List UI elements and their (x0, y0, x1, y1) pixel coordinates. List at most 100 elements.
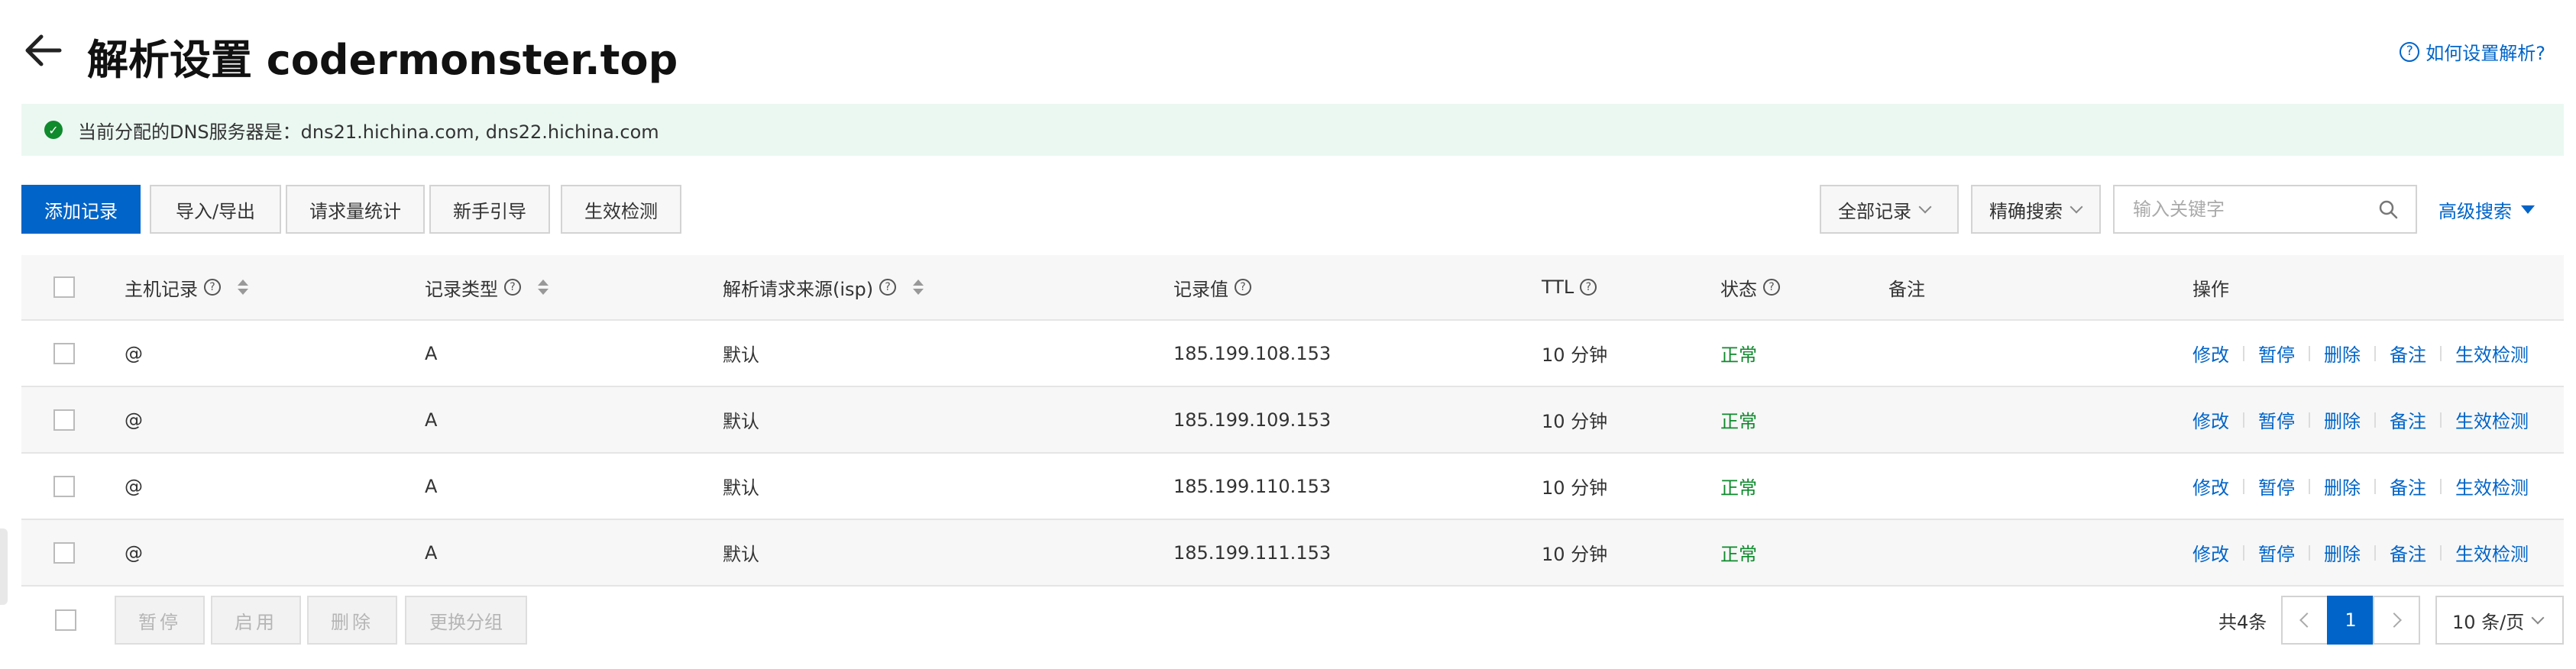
cell-status: 正常 (1720, 477, 1757, 499)
chevron-down-icon (2070, 200, 2083, 214)
sort-icon[interactable] (538, 280, 549, 295)
cell-ttl: 10 分钟 (1542, 344, 1608, 366)
action-divider (2374, 412, 2376, 428)
header-status-label: 状态 (1720, 278, 1757, 300)
header-value: 记录值 ? (1173, 255, 1251, 319)
row-checkbox[interactable] (53, 409, 75, 431)
sort-icon[interactable] (913, 280, 924, 295)
remark-action-link[interactable]: 备注 (2390, 473, 2426, 499)
effect-check-button[interactable]: 生效检测 (561, 185, 681, 234)
header-status: 状态 ? (1720, 255, 1780, 319)
header-value-label: 记录值 (1173, 278, 1228, 300)
row-checkbox[interactable] (53, 475, 75, 497)
effect-check-action-link[interactable]: 生效检测 (2455, 406, 2529, 433)
effect-check-action-link[interactable]: 生效检测 (2455, 340, 2529, 367)
request-stats-button[interactable]: 请求量统计 (286, 185, 425, 234)
action-divider (2440, 545, 2442, 561)
import-export-button[interactable]: 导入/导出 (150, 185, 281, 234)
beginner-guide-button[interactable]: 新手引导 (429, 185, 550, 234)
cell-host: @ (125, 541, 143, 564)
pause-action-link[interactable]: 暂停 (2258, 340, 2295, 367)
chevron-left-icon (2299, 612, 2315, 628)
batch-pause-button[interactable]: 暂停 (115, 596, 205, 645)
footer-select-all-checkbox[interactable] (55, 609, 76, 631)
action-divider (2440, 478, 2442, 494)
question-icon[interactable]: ? (1580, 279, 1597, 296)
edit-action-link[interactable]: 修改 (2193, 340, 2229, 367)
back-arrow-icon[interactable] (21, 29, 64, 72)
cell-host: @ (125, 409, 143, 431)
effect-check-action-link[interactable]: 生效检测 (2455, 539, 2529, 566)
question-icon[interactable]: ? (1235, 279, 1251, 296)
cell-isp: 默认 (723, 411, 759, 432)
action-divider (2309, 345, 2310, 361)
search-input[interactable] (2131, 198, 2364, 221)
row-checkbox[interactable] (53, 541, 75, 564)
page-header: 解析设置 codermonster.top ? 如何设置解析? (21, 15, 2545, 84)
cell-value: 185.199.110.153 (1173, 475, 1332, 497)
cell-host: @ (125, 342, 143, 364)
cell-type: A (425, 541, 438, 564)
row-checkbox[interactable] (53, 342, 75, 364)
question-icon[interactable]: ? (879, 279, 897, 296)
change-group-button[interactable]: 更换分组 (405, 596, 527, 645)
question-icon[interactable]: ? (504, 279, 521, 296)
cell-type: A (425, 409, 438, 431)
search-mode-select[interactable]: 精确搜索 (1971, 185, 2101, 234)
action-divider (2243, 478, 2244, 494)
remark-action-link[interactable]: 备注 (2390, 340, 2426, 367)
cell-isp: 默认 (723, 544, 759, 565)
header-ttl-label: TTL (1542, 276, 1574, 298)
cell-status: 正常 (1720, 344, 1757, 366)
help-link[interactable]: ? 如何设置解析? (2400, 38, 2545, 65)
cell-status: 正常 (1720, 411, 1757, 432)
action-divider (2309, 412, 2310, 428)
search-input-wrapper[interactable] (2113, 185, 2417, 234)
delete-action-link[interactable]: 删除 (2324, 340, 2361, 367)
row-actions: 修改 暂停 删除 备注 生效检测 (2193, 387, 2529, 452)
delete-action-link[interactable]: 删除 (2324, 406, 2361, 433)
page-size-select[interactable]: 10 条/页 (2435, 596, 2564, 645)
edit-action-link[interactable]: 修改 (2193, 406, 2229, 433)
header-type-label: 记录类型 (425, 278, 498, 300)
action-divider (2374, 345, 2376, 361)
row-actions: 修改 暂停 删除 备注 生效检测 (2193, 520, 2529, 585)
dns-records-table: 主机记录 ? 记录类型 ? 解析请求来源(isp) ? 记录值 ? TTL ? … (21, 255, 2564, 587)
search-mode-value: 精确搜索 (1989, 200, 2063, 222)
chevron-right-icon (2387, 612, 2402, 628)
delete-action-link[interactable]: 删除 (2324, 473, 2361, 499)
page-button-current[interactable]: 1 (2327, 596, 2374, 645)
prev-page-button[interactable] (2281, 596, 2328, 645)
batch-enable-button[interactable]: 启用 (211, 596, 301, 645)
cell-ttl: 10 分钟 (1542, 544, 1608, 565)
pause-action-link[interactable]: 暂停 (2258, 539, 2295, 566)
pause-action-link[interactable]: 暂停 (2258, 473, 2295, 499)
edit-action-link[interactable]: 修改 (2193, 473, 2229, 499)
question-icon[interactable]: ? (204, 279, 221, 296)
select-all-checkbox[interactable] (53, 276, 75, 298)
table-header: 主机记录 ? 记录类型 ? 解析请求来源(isp) ? 记录值 ? TTL ? … (21, 255, 2564, 321)
batch-delete-button[interactable]: 删除 (307, 596, 397, 645)
pause-action-link[interactable]: 暂停 (2258, 406, 2295, 433)
record-filter-select[interactable]: 全部记录 (1820, 185, 1959, 234)
chevron-down-icon (2531, 611, 2545, 625)
remark-action-link[interactable]: 备注 (2390, 539, 2426, 566)
question-icon[interactable]: ? (1763, 279, 1780, 296)
toolbar: 添加记录 导入/导出 请求量统计 新手引导 生效检测 全部记录 精确搜索 高级搜… (21, 185, 2564, 234)
cell-isp: 默认 (723, 477, 759, 499)
row-actions: 修改 暂停 删除 备注 生效检测 (2193, 321, 2529, 386)
side-panel-handle[interactable] (0, 528, 8, 605)
add-record-button[interactable]: 添加记录 (21, 185, 141, 234)
table-footer: 暂停 启用 删除 更换分组 共4条 1 10 条/页 (21, 596, 2564, 646)
delete-action-link[interactable]: 删除 (2324, 539, 2361, 566)
edit-action-link[interactable]: 修改 (2193, 539, 2229, 566)
next-page-button[interactable] (2373, 596, 2420, 645)
search-icon[interactable] (2377, 199, 2399, 220)
sort-icon[interactable] (238, 280, 248, 295)
effect-check-action-link[interactable]: 生效检测 (2455, 473, 2529, 499)
remark-action-link[interactable]: 备注 (2390, 406, 2426, 433)
table-row: @ A 默认 185.199.110.153 10 分钟 正常 修改 暂停 删除 备注 生效检测 (21, 454, 2564, 520)
table-row: @ A 默认 185.199.109.153 10 分钟 正常 修改 暂停 删除 备注 生效检测 (21, 387, 2564, 454)
row-actions: 修改 暂停 删除 备注 生效检测 (2193, 454, 2529, 519)
advanced-search-link[interactable]: 高级搜索 (2438, 185, 2535, 234)
